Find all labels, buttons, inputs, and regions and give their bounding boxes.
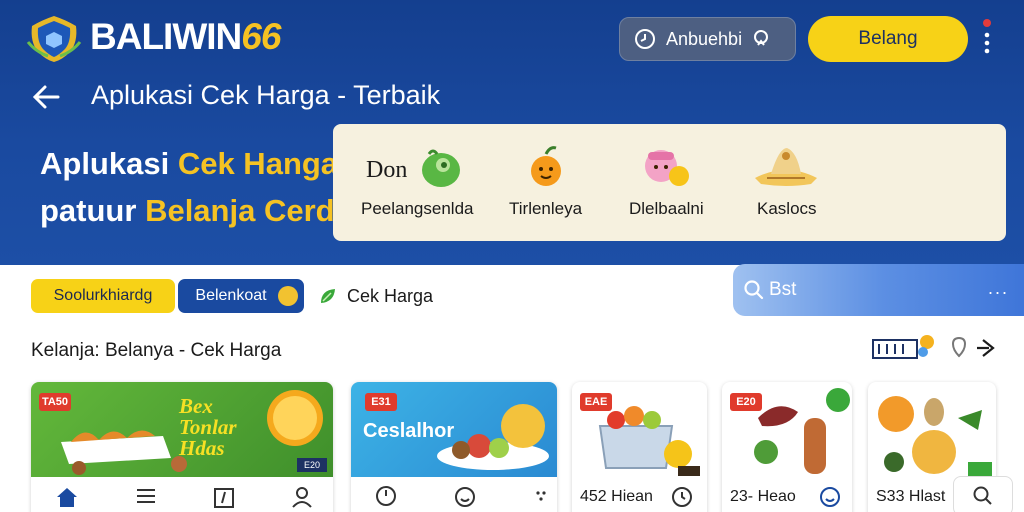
search-more-icon[interactable]: ... — [988, 278, 1009, 299]
search-icon — [744, 280, 764, 300]
search-input[interactable]: Bst ... — [733, 264, 1024, 316]
brand-name: BALIWIN66 — [90, 16, 281, 57]
orange-juice-icon — [267, 390, 323, 446]
meat-food-icon — [754, 388, 850, 474]
search-placeholder: Bst — [769, 279, 797, 300]
leaf-icon — [321, 289, 335, 303]
category-label: Tirlenleya — [509, 199, 583, 218]
coin-icon — [278, 286, 298, 306]
product-banner-text: Bex Tonlar Hdas — [179, 394, 237, 460]
product-small-badge: E20 — [297, 458, 327, 472]
list-icon[interactable] — [872, 335, 934, 359]
filter-chip-3[interactable]: Cek Harga — [318, 279, 438, 313]
search-icon — [754, 30, 769, 46]
smile-icon[interactable] — [818, 485, 842, 509]
more-icon[interactable] — [535, 485, 547, 507]
filter-chip-2[interactable]: Belenkoat — [178, 279, 304, 313]
product-card[interactable]: EAE 452 Hiean — [572, 382, 707, 512]
list-icon[interactable] — [135, 485, 157, 507]
food-plate-icon — [755, 148, 817, 186]
product-tag: E31 — [365, 393, 397, 411]
product-price: 452 Hiean — [580, 488, 653, 505]
bottom-nav — [31, 477, 333, 512]
product-card[interactable]: E31 Ceslalhor — [351, 382, 557, 512]
category-card: Don Peelangsenlda Tirlenleya Dlelbaalni … — [333, 124, 1006, 241]
home-icon[interactable] — [55, 485, 79, 509]
smile-icon[interactable] — [453, 485, 477, 509]
category-label: Kaslocs — [757, 199, 817, 218]
header-banner: BALIWIN66 Anbuehbi Belang Aplukasi Cek H… — [0, 0, 1024, 265]
calendar-icon[interactable] — [213, 485, 235, 509]
fruit-plate-icon — [437, 404, 549, 470]
section-tools-icons — [872, 335, 995, 359]
category-item[interactable]: Peelangsenlda — [361, 124, 491, 241]
filter-chip-3-label: Cek Harga — [347, 285, 434, 306]
orange-fruit-icon — [531, 146, 561, 186]
product-card[interactable]: TA50 Bex Tonlar Hdas E20 — [31, 382, 333, 512]
search-icon — [973, 486, 992, 505]
heart-icon[interactable] — [951, 336, 967, 358]
product-price: S33 Hlast — [876, 488, 946, 505]
share-icon[interactable] — [977, 339, 995, 357]
category-item[interactable]: Kaslocs — [747, 124, 837, 241]
filter-chip-2-label: Belenkoat — [195, 287, 267, 304]
category-label: Peelangsenlda — [361, 199, 474, 218]
back-arrow-icon[interactable] — [32, 84, 60, 110]
category-item[interactable]: Tirlenleya — [509, 124, 601, 241]
clock-icon[interactable] — [670, 485, 694, 509]
fruit-basket-icon — [598, 406, 700, 476]
page-subtitle: Aplukasi Cek Harga - Terbaik — [91, 80, 441, 110]
belang-button[interactable]: Belang — [808, 16, 968, 62]
product-price: 23- Heao — [730, 488, 796, 505]
section-title: Kelanja: Belanya - Cek Harga — [31, 340, 282, 361]
more-menu-icon[interactable] — [978, 18, 996, 58]
header-search-button[interactable]: Anbuehbi — [619, 17, 796, 61]
pink-character-icon — [645, 150, 689, 186]
app-page: BALIWIN66 Anbuehbi Belang Aplukasi Cek H… — [0, 0, 1024, 512]
user-icon[interactable] — [291, 485, 313, 509]
hero-line-1: Aplukasi Cek Hanga! — [40, 146, 349, 181]
shield-logo-icon — [26, 16, 82, 62]
bottom-nav — [351, 477, 557, 512]
floating-search-button[interactable] — [953, 476, 1013, 512]
clock-icon[interactable] — [375, 485, 397, 507]
header-search-label: Anbuehbi — [666, 28, 743, 49]
category-item[interactable]: Dlelbaalni — [629, 124, 719, 241]
filter-chip-1[interactable]: Soolurkhiardg — [31, 279, 175, 313]
product-card[interactable]: E20 23- Heao — [722, 382, 852, 512]
hero-line-2: patuur Belanja Cerdas — [40, 193, 370, 228]
clock-icon — [635, 29, 655, 49]
category-label: Dlelbaalni — [629, 199, 704, 218]
mixed-food-icon — [878, 396, 992, 476]
food-basket-icon — [61, 430, 187, 475]
